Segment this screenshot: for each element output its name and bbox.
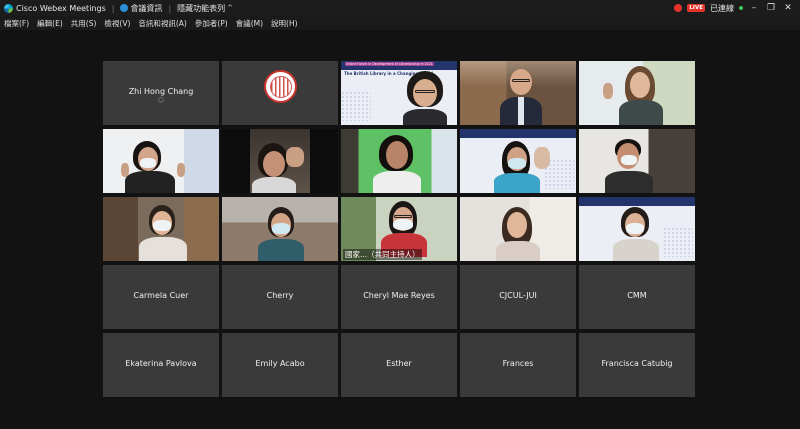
participant-video-tile[interactable] — [460, 61, 576, 125]
participant-video-tile[interactable] — [341, 129, 457, 193]
participant-video-tile[interactable] — [222, 197, 338, 261]
minimize-button[interactable]: – — [748, 0, 760, 16]
participant-tile[interactable] — [222, 61, 338, 125]
participant-video-tile[interactable]: Online Forum in Development of Librarian… — [341, 61, 457, 125]
participant-name: Cheryl Mae Reyes — [363, 291, 435, 300]
menu-share[interactable]: 共用(S) — [71, 18, 97, 29]
participant-video-tile[interactable] — [222, 129, 338, 193]
menu-file[interactable]: 檔案(F) — [4, 18, 29, 29]
participant-video-tile[interactable] — [579, 61, 695, 125]
participant-tile[interactable]: Cherry — [222, 265, 338, 329]
participant-name: Carmela Cuer — [133, 291, 189, 300]
participant-name: Esther — [386, 359, 412, 368]
recording-icon[interactable] — [674, 4, 683, 12]
participant-tile[interactable]: Carmela Cuer — [103, 265, 219, 329]
participant-name: Ekaterina Pavlova — [125, 359, 197, 368]
menu-edit[interactable]: 編輯(E) — [37, 18, 63, 29]
participant-video-tile[interactable] — [103, 197, 219, 261]
participant-tile[interactable]: Esther — [341, 333, 457, 397]
participant-video-tile[interactable]: 國家...（共同主持人） — [341, 197, 457, 261]
participant-video-tile[interactable] — [460, 129, 576, 193]
participant-grid: Zhi Hong Chang ◯ Online Forum in Develop… — [103, 61, 698, 397]
app-title: Cisco Webex Meetings — [16, 3, 106, 13]
hide-menu-bar-button[interactable]: 隱藏功能表列 ^ — [177, 3, 233, 14]
participant-video-tile[interactable] — [579, 197, 695, 261]
menu-view[interactable]: 檢視(V) — [104, 18, 130, 29]
participant-tile[interactable]: Ekaterina Pavlova — [103, 333, 219, 397]
participant-tile[interactable]: CMM — [579, 265, 695, 329]
participant-name: Francisca Catubig — [601, 359, 673, 368]
participant-tile[interactable]: Cheryl Mae Reyes — [341, 265, 457, 329]
live-badge: LIVE — [687, 4, 705, 12]
participant-name: Frances — [502, 359, 534, 368]
menu-audio-video[interactable]: 音訊和視訊(A) — [138, 18, 186, 29]
menu-bar: 檔案(F) 編輯(E) 共用(S) 檢視(V) 音訊和視訊(A) 參加者(P) … — [0, 16, 800, 30]
close-button[interactable]: ✕ — [782, 0, 794, 16]
participant-tile[interactable]: Zhi Hong Chang ◯ — [103, 61, 219, 125]
title-bar: Cisco Webex Meetings | 會議資訊 | 隱藏功能表列 ^ L… — [0, 0, 800, 16]
participant-tile[interactable]: CJCUL-JUI — [460, 265, 576, 329]
participant-name: Emily Acabo — [255, 359, 305, 368]
participant-tile[interactable]: Emily Acabo — [222, 333, 338, 397]
participant-name: Cherry — [266, 291, 294, 300]
info-icon — [120, 4, 129, 12]
menu-meeting[interactable]: 會議(M) — [236, 18, 263, 29]
participant-name: CMM — [627, 291, 647, 300]
participant-tile[interactable]: Francisca Catubig — [579, 333, 695, 397]
participant-video-tile[interactable] — [460, 197, 576, 261]
meeting-info-button[interactable]: 會議資訊 — [120, 3, 162, 14]
participant-video-tile[interactable] — [103, 129, 219, 193]
chevron-up-icon: ^ — [227, 4, 234, 12]
restore-button[interactable]: ❐ — [765, 0, 777, 16]
connection-status: 已連線 — [710, 3, 734, 13]
participant-tile[interactable]: Frances — [460, 333, 576, 397]
connection-dot-icon — [739, 6, 743, 10]
cohost-caption: 國家...（共同主持人） — [343, 249, 422, 260]
muted-icon: ◯ — [158, 97, 164, 103]
participant-name: CJCUL-JUI — [499, 291, 537, 300]
menu-help[interactable]: 說明(H) — [271, 18, 298, 29]
menu-participants[interactable]: 參加者(P) — [195, 18, 228, 29]
participant-name: Zhi Hong Chang — [128, 87, 194, 96]
participant-video-tile[interactable] — [579, 129, 695, 193]
seal-logo-icon — [264, 70, 297, 103]
webex-logo-icon — [4, 3, 13, 13]
